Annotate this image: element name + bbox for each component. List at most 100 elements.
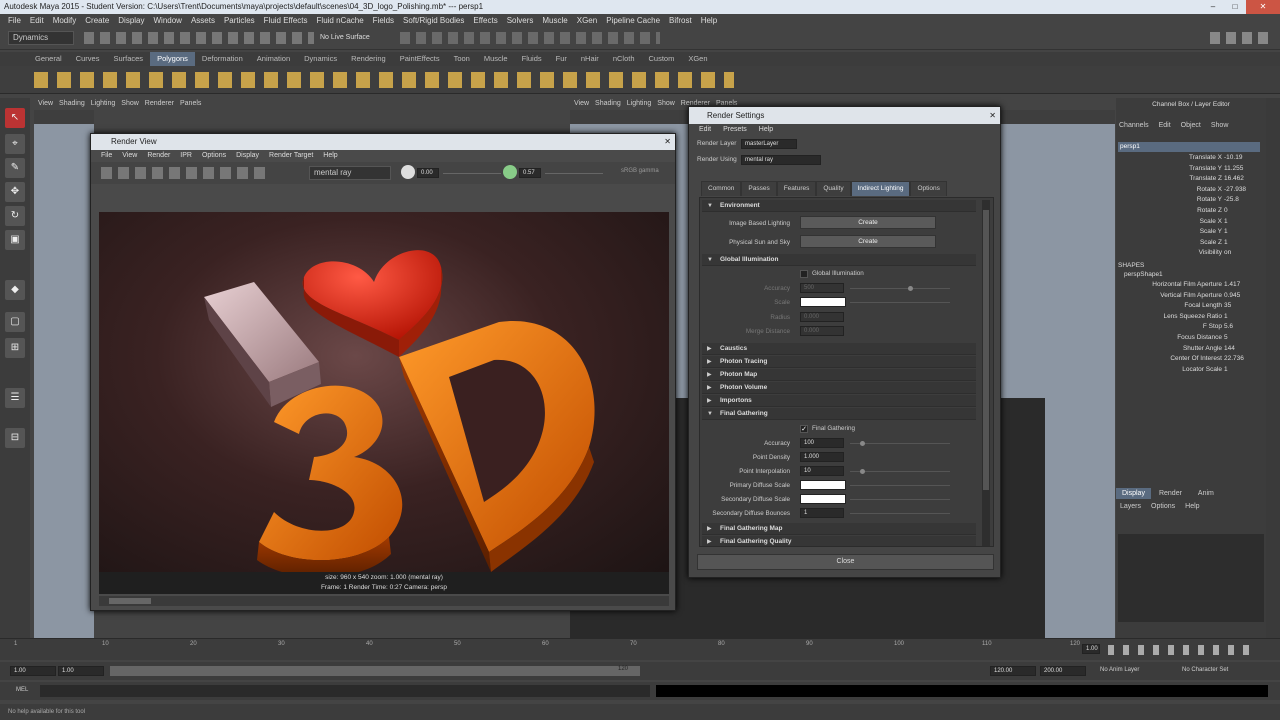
menu-window[interactable]: Window [154, 14, 182, 28]
render-view-close-icon[interactable]: ✕ [664, 134, 671, 150]
secondary-bounces-slider[interactable] [850, 513, 950, 514]
fg-accuracy-slider[interactable] [850, 443, 950, 444]
vp-menu-lighting[interactable]: Lighting [627, 98, 652, 110]
close-button[interactable]: ✕ [1246, 0, 1280, 14]
vp-menu-panels[interactable]: Panels [180, 98, 201, 110]
cb-shape-attr-row[interactable]: Focal Length [1184, 302, 1222, 309]
menu-effects[interactable]: Effects [473, 14, 497, 28]
cb-attr-value[interactable]: 1 [1224, 218, 1228, 225]
rv-menu-render-target[interactable]: Render Target [269, 150, 313, 162]
section-photon-volume[interactable]: ▶ Photon Volume [702, 382, 976, 394]
cb-attr-row[interactable]: Scale Y [1200, 228, 1222, 235]
cb-attr-value[interactable]: 11.255 [1224, 165, 1243, 172]
playback-start-field[interactable]: 1.00 [58, 666, 104, 676]
menu-solvers[interactable]: Solvers [507, 14, 534, 28]
render-settings-close-button[interactable]: Close [697, 554, 994, 570]
cb-attr-row[interactable]: Visibility [1199, 249, 1222, 256]
cb-shape-attr-row[interactable]: Center Of Interest [1170, 355, 1222, 362]
side-tabs[interactable] [1266, 98, 1280, 638]
gamma-field[interactable]: 0.57 [519, 168, 541, 178]
cb-attr-value[interactable]: 0 [1224, 207, 1228, 214]
rs-tab-passes[interactable]: Passes [741, 181, 777, 196]
cb-object-name[interactable]: persp1 [1118, 142, 1260, 152]
cb-menu-show[interactable]: Show [1211, 122, 1229, 129]
point-interpolation-field[interactable]: 10 [800, 466, 844, 476]
shelf-tab-polygons[interactable]: Polygons [150, 52, 195, 66]
layer-tab-display[interactable]: Display [1116, 488, 1151, 499]
menu-fields[interactable]: Fields [373, 14, 394, 28]
shelf-tab-surfaces[interactable]: Surfaces [106, 52, 150, 66]
anim-layer-dropdown[interactable]: No Anim Layer [1100, 667, 1139, 673]
shelf-tab-deformation[interactable]: Deformation [195, 52, 250, 66]
section-fg-quality[interactable]: ▶ Final Gathering Quality [702, 536, 976, 546]
shelf-tab-xgen[interactable]: XGen [681, 52, 714, 66]
render-view-scrollbar[interactable] [99, 596, 669, 606]
rv-menu-ipr[interactable]: IPR [180, 150, 192, 162]
cb-attr-row[interactable]: Scale Z [1200, 239, 1222, 246]
menu-bifrost[interactable]: Bifrost [669, 14, 692, 28]
cb-shape-attr-value[interactable]: 1.417 [1224, 281, 1240, 288]
rv-menu-view[interactable]: View [122, 150, 137, 162]
layer-tab-anim[interactable]: Anim [1190, 488, 1222, 499]
cb-menu-channels[interactable]: Channels [1119, 122, 1149, 129]
paint-select-icon[interactable]: ✎ [5, 158, 25, 178]
cb-attr-row[interactable]: Rotate Y [1197, 196, 1222, 203]
menu-pipeline-cache[interactable]: Pipeline Cache [606, 14, 660, 28]
playback-end-field[interactable]: 120.00 [990, 666, 1036, 676]
section-importons[interactable]: ▶ Importons [702, 395, 976, 407]
layout-four-icon[interactable]: ⊞ [5, 338, 25, 358]
gi-accuracy-knob[interactable] [908, 286, 913, 291]
cb-attr-row[interactable]: Translate X [1189, 154, 1222, 161]
rs-scrollbar[interactable] [982, 200, 990, 546]
cb-shape-attr-row[interactable]: F Stop [1203, 323, 1222, 330]
shelf-tab-muscle[interactable]: Muscle [477, 52, 515, 66]
command-input[interactable] [40, 685, 650, 697]
menu-display[interactable]: Display [118, 14, 144, 28]
vp-menu-lighting[interactable]: Lighting [91, 98, 116, 110]
live-surface-label[interactable]: No Live Surface [320, 34, 370, 41]
rs-menu-presets[interactable]: Presets [723, 124, 747, 136]
rv-menu-render[interactable]: Render [147, 150, 170, 162]
render-using-dropdown[interactable]: mental ray [741, 155, 821, 165]
secondary-diffuse-slider[interactable] [850, 499, 950, 500]
rs-scroll-thumb[interactable] [983, 210, 989, 490]
cb-shape-attr-value[interactable]: 22.736 [1224, 355, 1244, 362]
rv-menu-display[interactable]: Display [236, 150, 259, 162]
cb-shape-attr-row[interactable]: Vertical Film Aperture [1160, 292, 1222, 299]
vp-menu-view[interactable]: View [38, 98, 53, 110]
renderer-dropdown[interactable]: mental ray [309, 166, 391, 180]
cb-attr-row[interactable]: Rotate X [1197, 186, 1222, 193]
shelf-tab-fur[interactable]: Fur [549, 52, 574, 66]
section-fg-map[interactable]: ▶ Final Gathering Map [702, 523, 976, 535]
render-layer-dropdown[interactable]: masterLayer [741, 139, 797, 149]
gi-checkbox[interactable] [800, 270, 808, 278]
color-management-label[interactable]: sRGB gamma [621, 168, 659, 174]
menu-help[interactable]: Help [701, 14, 717, 28]
gi-scale-swatch[interactable] [800, 297, 846, 307]
layout-single-icon[interactable]: ▢ [5, 312, 25, 332]
vp-menu-shading[interactable]: Shading [59, 98, 85, 110]
section-photon-map[interactable]: ▶ Photon Map [702, 369, 976, 381]
layer-list[interactable] [1118, 534, 1264, 622]
exposure-icon[interactable] [401, 165, 415, 179]
shelf-tab-dynamics[interactable]: Dynamics [297, 52, 344, 66]
cb-attr-value[interactable]: 1 [1224, 228, 1228, 235]
point-interp-knob[interactable] [860, 469, 865, 474]
shelf-tab-painteffects[interactable]: PaintEffects [393, 52, 447, 66]
menu-assets[interactable]: Assets [191, 14, 215, 28]
viewport-toolbar[interactable] [34, 110, 94, 124]
cb-attr-value[interactable]: -27.938 [1224, 186, 1246, 193]
cb-shape-attr-row[interactable]: Horizontal Film Aperture [1152, 281, 1222, 288]
menu-fluid-effects[interactable]: Fluid Effects [264, 14, 308, 28]
shelf-tab-general[interactable]: General [28, 52, 69, 66]
cb-attr-value[interactable]: 1 [1224, 239, 1228, 246]
menu-soft-rigid[interactable]: Soft/Rigid Bodies [403, 14, 464, 28]
minimize-button[interactable]: – [1202, 0, 1224, 14]
menu-set-dropdown[interactable]: Dynamics [8, 31, 74, 45]
merge-distance-field[interactable]: 0.000 [800, 326, 844, 336]
menu-edit[interactable]: Edit [30, 14, 44, 28]
cb-attr-value[interactable]: -10.19 [1224, 154, 1242, 161]
rs-tab-quality[interactable]: Quality [816, 181, 851, 196]
gi-accuracy-field[interactable]: 500 [800, 283, 844, 293]
status-line-icons[interactable] [84, 32, 314, 44]
